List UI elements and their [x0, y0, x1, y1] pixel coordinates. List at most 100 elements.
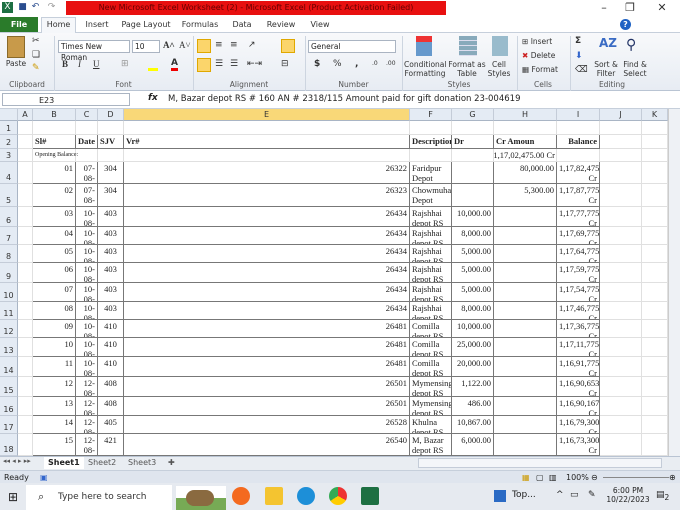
- row-header-3[interactable]: 3: [0, 149, 18, 162]
- autosum-button[interactable]: Σ: [575, 36, 581, 46]
- cell-date[interactable]: 10-08-202: [76, 357, 98, 377]
- cell[interactable]: [600, 377, 642, 397]
- borders-icon[interactable]: ⊞: [121, 59, 129, 69]
- vertical-scrollbar[interactable]: [668, 109, 680, 456]
- cell[interactable]: [18, 263, 33, 283]
- cell-bal[interactable]: 1,16,79,300.00 Cr: [557, 416, 600, 434]
- cell[interactable]: [600, 397, 642, 416]
- font-size-select[interactable]: 10: [132, 40, 160, 53]
- cell-vr[interactable]: 26501: [124, 377, 410, 397]
- cell[interactable]: [600, 302, 642, 320]
- cell-dr[interactable]: 25,000.00: [452, 338, 494, 357]
- cell-cr[interactable]: [494, 245, 557, 263]
- column-header-g[interactable]: G: [452, 109, 494, 121]
- find-select-button[interactable]: Find & Select: [620, 60, 650, 78]
- cell-desc[interactable]: Rajshhai depot RS # 179 AN # 2312/141 Am…: [410, 302, 452, 320]
- cell[interactable]: [600, 207, 642, 227]
- cell-sjv[interactable]: 403: [98, 302, 124, 320]
- tray-chevron-icon[interactable]: ^: [556, 490, 564, 500]
- cell[interactable]: [557, 149, 600, 162]
- decrease-decimal-icon[interactable]: .00: [386, 60, 396, 67]
- delete-cells-button[interactable]: ✖ Delete: [522, 51, 555, 60]
- cell-sl[interactable]: 04: [33, 227, 76, 245]
- cell-vr[interactable]: 26434: [124, 283, 410, 302]
- column-header-f[interactable]: F: [410, 109, 452, 121]
- cell-sl[interactable]: 11: [33, 357, 76, 377]
- cell-dr[interactable]: [452, 162, 494, 184]
- cell-bal[interactable]: 1,17,69,775.00 Cr: [557, 227, 600, 245]
- cell[interactable]: [18, 397, 33, 416]
- cell-date[interactable]: 07-08-202: [76, 162, 98, 184]
- cell[interactable]: [18, 184, 33, 207]
- tab-insert[interactable]: Insert: [82, 17, 112, 33]
- cell-vr[interactable]: 26481: [124, 357, 410, 377]
- cell-sl[interactable]: 09: [33, 320, 76, 338]
- cell[interactable]: [600, 162, 642, 184]
- cell[interactable]: [557, 121, 600, 135]
- cell-vr[interactable]: 26322: [124, 162, 410, 184]
- row-header-18[interactable]: 18: [0, 434, 18, 456]
- cell-sjv[interactable]: 403: [98, 227, 124, 245]
- cell[interactable]: [18, 377, 33, 397]
- column-header-d[interactable]: D: [98, 109, 124, 121]
- cell[interactable]: [18, 302, 33, 320]
- row-header-12[interactable]: 12: [0, 320, 18, 338]
- cell-sl[interactable]: 08: [33, 302, 76, 320]
- cell[interactable]: [18, 227, 33, 245]
- cell-dr[interactable]: 8,000.00: [452, 227, 494, 245]
- cell-desc[interactable]: Mymensingh depot RS # 188 AN # 2307/110 …: [410, 397, 452, 416]
- shrink-font-icon[interactable]: A˅: [179, 40, 191, 50]
- cell-date[interactable]: 12-08-202: [76, 397, 98, 416]
- sort-filter-button[interactable]: Sort & Filter: [592, 60, 620, 78]
- cell[interactable]: [98, 121, 124, 135]
- cell-cr[interactable]: [494, 377, 557, 397]
- cell-cr[interactable]: [494, 302, 557, 320]
- column-header-e[interactable]: E: [124, 109, 410, 121]
- cell[interactable]: [18, 245, 33, 263]
- column-header-j[interactable]: J: [600, 109, 642, 121]
- cell[interactable]: [452, 121, 494, 135]
- cell[interactable]: [18, 320, 33, 338]
- cell[interactable]: [642, 302, 668, 320]
- cell-desc[interactable]: Comilla depot RS # 185 AN # 2309/152 Amo…: [410, 338, 452, 357]
- fill-icon[interactable]: ⬇: [575, 51, 583, 61]
- cell-vr[interactable]: 26434: [124, 227, 410, 245]
- cell-date[interactable]: 10-08-202: [76, 320, 98, 338]
- file-explorer-icon[interactable]: [265, 487, 283, 505]
- number-format-select[interactable]: General: [308, 40, 396, 53]
- cell-bal[interactable]: 1,16,73,300.00 Cr: [557, 434, 600, 456]
- row-header-2[interactable]: 2: [0, 135, 18, 149]
- cell-sl[interactable]: 02: [33, 184, 76, 207]
- cell-date[interactable]: 10-08-202: [76, 302, 98, 320]
- bold-button[interactable]: B: [62, 59, 68, 69]
- cell[interactable]: [18, 416, 33, 434]
- align-left-button[interactable]: [197, 58, 211, 72]
- row-header-8[interactable]: 8: [0, 245, 18, 263]
- cell[interactable]: [642, 320, 668, 338]
- row-header-5[interactable]: 5: [0, 184, 18, 207]
- cell[interactable]: [600, 263, 642, 283]
- cell[interactable]: [76, 121, 98, 135]
- widget-label[interactable]: Top...: [512, 490, 536, 500]
- taskbar-search-input[interactable]: Type here to search: [26, 485, 172, 510]
- cell-desc[interactable]: M, Bazar depot RS # 160 AN # 2318/115 Am…: [410, 434, 452, 456]
- cell-cr[interactable]: [494, 227, 557, 245]
- sheet-tab-sheet2[interactable]: Sheet2: [84, 457, 120, 469]
- cell-vr[interactable]: 26323: [124, 184, 410, 207]
- cell[interactable]: [410, 121, 452, 135]
- cell-dr[interactable]: 5,000.00: [452, 263, 494, 283]
- cell-desc[interactable]: Faridpur Depot (One) special donation fo…: [410, 162, 452, 184]
- header-date[interactable]: Date: [76, 135, 98, 149]
- format-as-table-button[interactable]: Format as Table: [448, 60, 486, 78]
- cell-date[interactable]: 10-08-202: [76, 283, 98, 302]
- cut-icon[interactable]: ✂: [32, 36, 40, 46]
- cell-sl[interactable]: 07: [33, 283, 76, 302]
- cell[interactable]: [18, 162, 33, 184]
- percent-button[interactable]: %: [333, 59, 342, 69]
- cell-date[interactable]: 12-08-202: [76, 434, 98, 456]
- new-sheet-icon[interactable]: ✚: [164, 457, 179, 469]
- cell-vr[interactable]: 26434: [124, 207, 410, 227]
- align-center-icon[interactable]: ☰: [215, 59, 223, 69]
- cell-sjv[interactable]: 403: [98, 207, 124, 227]
- help-icon[interactable]: ?: [620, 19, 631, 30]
